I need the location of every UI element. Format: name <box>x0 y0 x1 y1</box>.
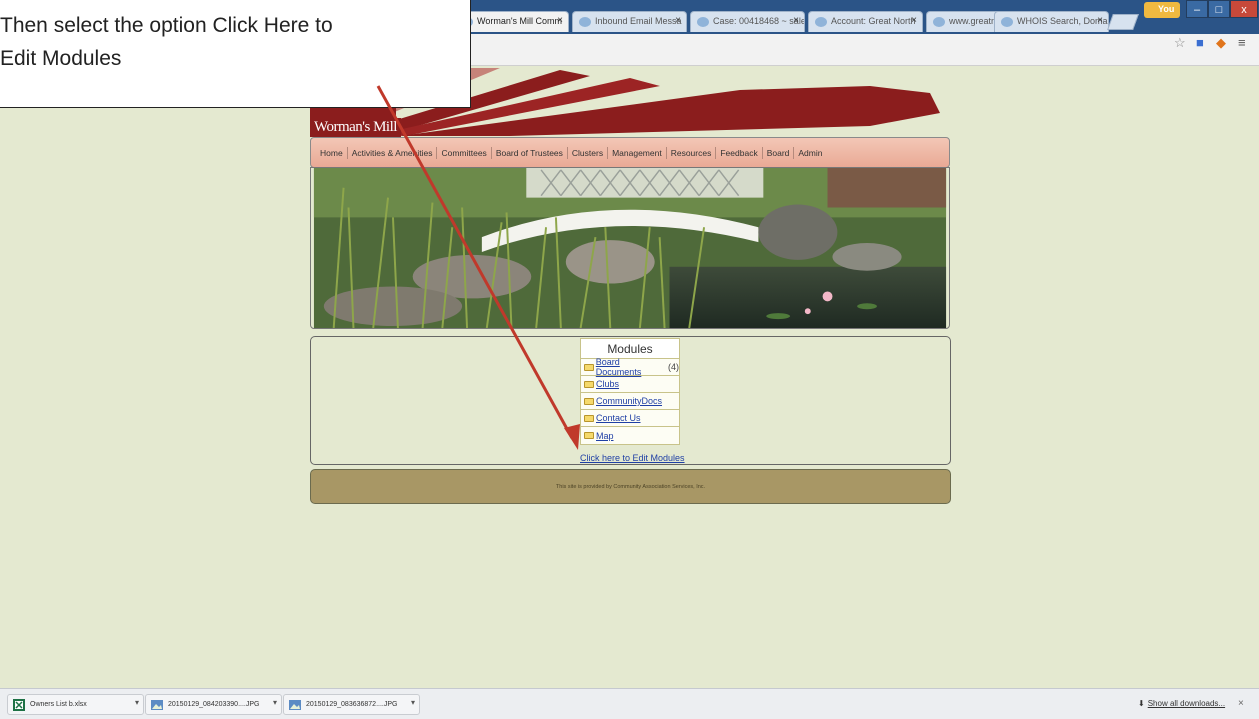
module-map-link[interactable]: Map <box>596 431 614 441</box>
window-minimize-button[interactable]: – <box>1186 0 1208 18</box>
folder-icon <box>584 380 594 388</box>
module-communitydocs-link[interactable]: CommunityDocs <box>596 396 662 406</box>
download-arrow-icon: ⬇ <box>1138 699 1145 708</box>
callout-line-2: Edit Modules <box>0 47 122 70</box>
nav-feedback[interactable]: Feedback <box>716 146 763 159</box>
edit-modules-link[interactable]: Click here to Edit Modules <box>580 453 685 463</box>
module-count: (4) <box>668 362 679 372</box>
instruction-callout: Then select the option Click Here to Edi… <box>0 0 471 108</box>
extension-color-icon[interactable]: ◆ <box>1216 35 1226 51</box>
nav-clusters[interactable]: Clusters <box>568 146 609 159</box>
extension-icon[interactable]: ■ <box>1196 35 1204 51</box>
folder-icon <box>584 363 594 371</box>
user-profile-badge[interactable]: You <box>1144 2 1180 18</box>
nav-committees[interactable]: Committees <box>437 146 492 159</box>
menu-icon[interactable]: ≡ <box>1238 35 1246 51</box>
download-caret-icon[interactable]: ▾ <box>411 698 415 707</box>
nav-activities[interactable]: Activities & Amenities <box>348 146 438 159</box>
download-item[interactable]: 20150129_084203390....JPG ▾ <box>145 694 282 715</box>
nav-home[interactable]: Home <box>316 146 348 159</box>
site-nav: Home Activities & Amenities Committees B… <box>310 137 950 168</box>
browser-tab-wormans-mill[interactable]: Worman's Mill Comm × <box>454 11 569 32</box>
footer-text: This site is provided by Community Assoc… <box>555 484 706 490</box>
browser-tab-case[interactable]: Case: 00418468 ~ sale × <box>690 11 805 32</box>
module-row: CommunityDocs <box>581 393 679 410</box>
close-downloads-icon[interactable]: × <box>1238 698 1244 709</box>
module-row: Contact Us <box>581 410 679 427</box>
bookmark-star-icon[interactable]: ☆ <box>1174 35 1186 51</box>
tab-close-icon[interactable]: × <box>793 15 799 26</box>
site-logo[interactable]: Worman's Mill <box>310 118 401 137</box>
callout-line-1: Then select the option Click Here to <box>0 14 333 37</box>
image-icon <box>289 700 301 710</box>
show-all-downloads-link[interactable]: ⬇ Show all downloads... <box>1138 699 1225 708</box>
browser-tab-account[interactable]: Account: Great North × <box>808 11 923 32</box>
tab-close-icon[interactable]: × <box>1097 15 1103 26</box>
download-item[interactable]: Owners List b.xlsx ▾ <box>7 694 144 715</box>
tab-favicon-icon <box>933 17 945 27</box>
nav-board[interactable]: Board <box>763 146 795 159</box>
download-item[interactable]: 20150129_083636872....JPG ▾ <box>283 694 420 715</box>
image-icon <box>151 700 163 710</box>
module-row: Board Documents (4) <box>581 357 679 377</box>
hero-pond-image <box>310 167 950 329</box>
tab-favicon-icon <box>1001 17 1013 27</box>
nav-resources[interactable]: Resources <box>667 146 717 159</box>
modules-table: Modules Board Documents (4) Clubs Commun… <box>580 338 680 445</box>
nav-board-of-trustees[interactable]: Board of Trustees <box>492 146 568 159</box>
nav-admin[interactable]: Admin <box>794 147 826 159</box>
module-row: Clubs <box>581 376 679 393</box>
window-maximize-button[interactable]: □ <box>1208 0 1230 18</box>
module-row: Map <box>581 427 679 444</box>
folder-icon <box>584 397 594 405</box>
modules-title: Modules <box>581 339 679 359</box>
downloads-bar: Owners List b.xlsx ▾ 20150129_084203390.… <box>0 688 1259 719</box>
new-tab-button[interactable] <box>1107 14 1139 30</box>
download-caret-icon[interactable]: ▾ <box>135 698 139 707</box>
tab-close-icon[interactable]: × <box>557 15 563 26</box>
tab-favicon-icon <box>579 17 591 27</box>
tab-close-icon[interactable]: × <box>675 15 681 26</box>
browser-tab-whois[interactable]: WHOIS Search, Doma × <box>994 11 1109 32</box>
module-clubs-link[interactable]: Clubs <box>596 379 619 389</box>
folder-icon <box>584 414 594 422</box>
tab-favicon-icon <box>697 17 709 27</box>
module-contact-us-link[interactable]: Contact Us <box>596 413 641 423</box>
folder-icon <box>584 432 594 439</box>
tab-close-icon[interactable]: × <box>911 15 917 26</box>
module-board-documents-link[interactable]: Board Documents <box>596 357 666 377</box>
nav-management[interactable]: Management <box>608 146 667 159</box>
download-caret-icon[interactable]: ▾ <box>273 698 277 707</box>
tab-favicon-icon <box>815 17 827 27</box>
window-close-button[interactable]: x <box>1230 0 1258 18</box>
site-footer: This site is provided by Community Assoc… <box>310 469 951 504</box>
excel-icon <box>13 699 25 711</box>
browser-tab-inbound-email[interactable]: Inbound Email Messa × <box>572 11 687 32</box>
